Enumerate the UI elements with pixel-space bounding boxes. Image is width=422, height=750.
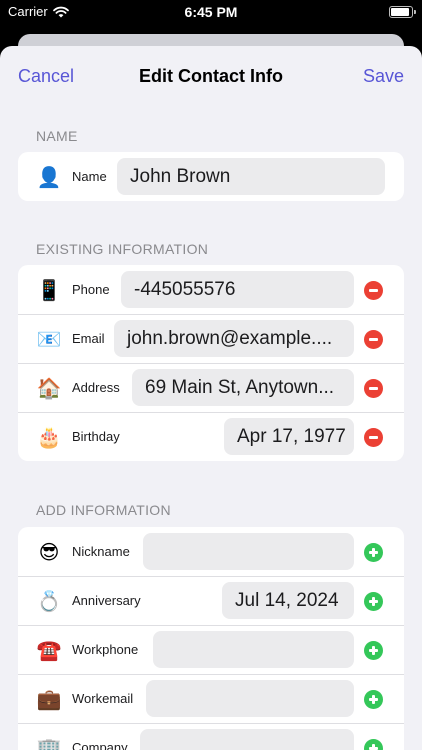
existing-info-group: 📱 Phone -445055576 📧 Email john.brown@ex… (18, 265, 404, 461)
remove-email-button[interactable] (364, 330, 383, 349)
nickname-field[interactable] (143, 533, 354, 570)
telephone-icon: ☎️ (36, 637, 62, 662)
label-address: Address (72, 380, 120, 395)
birthday-cake-icon: 🎂 (36, 424, 62, 449)
row-nickname: 😎 Nickname (18, 527, 404, 576)
section-header-name: NAME (36, 128, 78, 144)
ring-icon: 💍 (36, 588, 62, 613)
row-email: 📧 Email john.brown@example.... (18, 314, 404, 363)
label-anniversary: Anniversary (72, 593, 141, 608)
row-phone: 📱 Phone -445055576 (18, 265, 404, 314)
status-bar: Carrier 6:45 PM (0, 0, 422, 26)
address-field[interactable]: 69 Main St, Anytown... (132, 369, 354, 406)
row-workemail: 💼 Workemail (18, 674, 404, 723)
label-phone: Phone (72, 282, 110, 297)
navigation-bar: Cancel Edit Contact Info Save (0, 46, 422, 110)
add-workemail-button[interactable] (364, 690, 383, 709)
row-name: 👤 Name John Brown (18, 152, 404, 201)
phone-field[interactable]: -445055576 (121, 271, 354, 308)
label-workemail: Workemail (72, 691, 134, 706)
row-address: 🏠 Address 69 Main St, Anytown... (18, 363, 404, 412)
label-company: Company (72, 740, 128, 750)
workemail-field[interactable] (146, 680, 354, 717)
birthday-date-picker[interactable]: Apr 17, 1977 (224, 418, 354, 455)
row-workphone: ☎️ Workphone (18, 625, 404, 674)
remove-birthday-button[interactable] (364, 428, 383, 447)
workphone-field[interactable] (153, 631, 354, 668)
sunglasses-face-icon: 😎 (38, 539, 60, 564)
person-icon: 👤 (36, 164, 62, 189)
name-group: 👤 Name John Brown (18, 152, 404, 201)
label-name: Name (72, 169, 107, 184)
screen: Carrier 6:45 PM Cancel Edit Contact Info… (0, 0, 422, 750)
remove-phone-button[interactable] (364, 281, 383, 300)
cancel-button[interactable]: Cancel (18, 66, 74, 87)
add-workphone-button[interactable] (364, 641, 383, 660)
label-nickname: Nickname (72, 544, 130, 559)
label-workphone: Workphone (72, 642, 139, 657)
edit-contact-sheet: Cancel Edit Contact Info Save NAME 👤 Nam… (0, 46, 422, 750)
label-birthday: Birthday (72, 429, 120, 444)
add-company-button[interactable] (364, 739, 383, 750)
section-header-add: ADD INFORMATION (36, 502, 171, 518)
remove-address-button[interactable] (364, 379, 383, 398)
anniversary-date-picker[interactable]: Jul 14, 2024 (222, 582, 354, 619)
row-anniversary: 💍 Anniversary Jul 14, 2024 (18, 576, 404, 625)
row-birthday: 🎂 Birthday Apr 17, 1977 (18, 412, 404, 461)
save-button[interactable]: Save (363, 66, 404, 87)
office-building-icon: 🏢 (36, 735, 62, 750)
email-icon: 📧 (36, 326, 62, 351)
add-anniversary-button[interactable] (364, 592, 383, 611)
status-time: 6:45 PM (184, 4, 238, 20)
email-field[interactable]: john.brown@example.... (114, 320, 354, 357)
house-icon: 🏠 (36, 375, 62, 400)
company-field[interactable] (140, 729, 354, 750)
battery-icon (389, 6, 416, 18)
row-company: 🏢 Company (18, 723, 404, 750)
mobile-phone-icon: 📱 (36, 277, 62, 302)
add-info-group: 😎 Nickname 💍 Anniversary Jul 14, 2024 ☎️… (18, 527, 404, 750)
briefcase-icon: 💼 (36, 686, 62, 711)
add-nickname-button[interactable] (364, 543, 383, 562)
label-email: Email (72, 331, 105, 346)
name-field[interactable]: John Brown (117, 158, 385, 195)
section-header-existing: EXISTING INFORMATION (36, 241, 209, 257)
